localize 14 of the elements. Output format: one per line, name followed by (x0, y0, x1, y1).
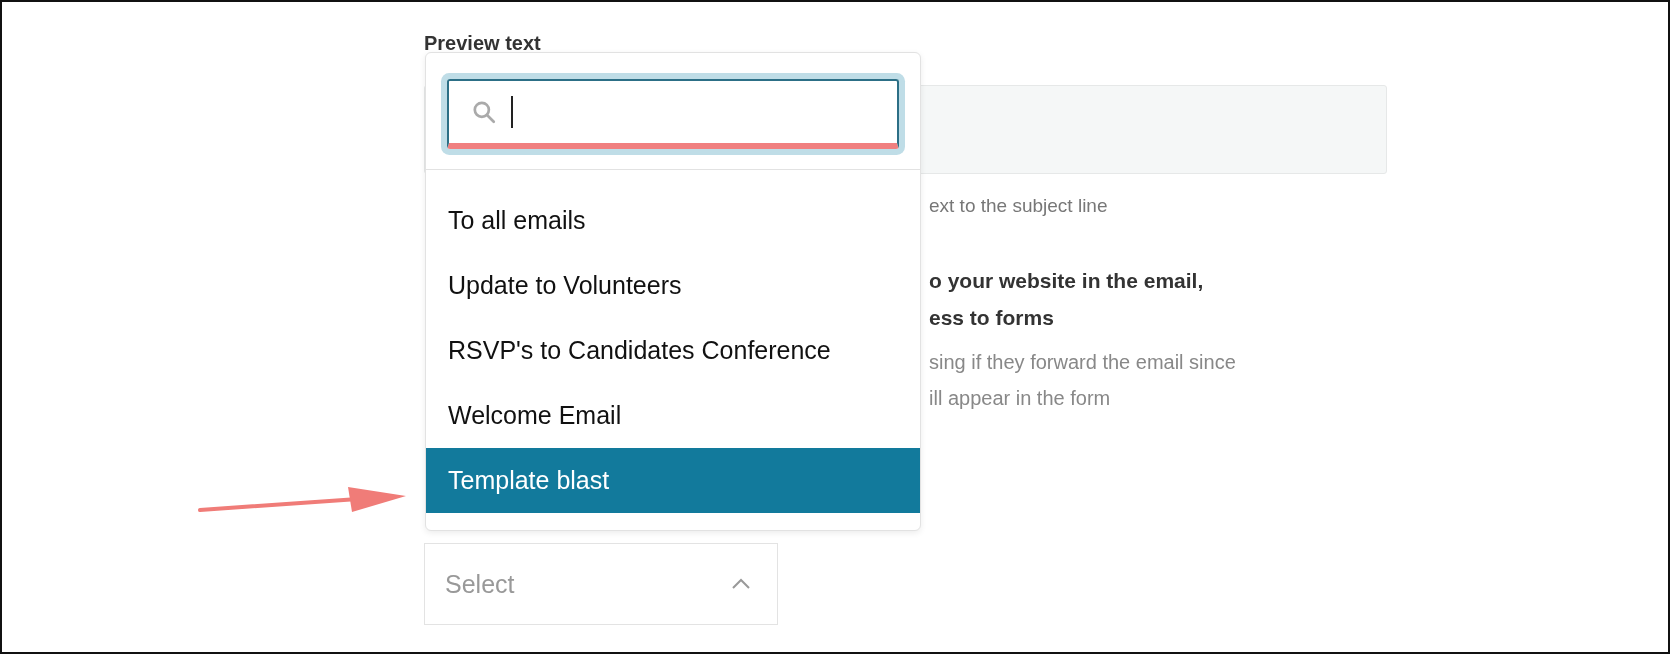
dropdown-option[interactable]: RSVP's to Candidates Conference (426, 318, 920, 383)
text-cursor (511, 96, 513, 128)
dropdown-option[interactable]: Update to Volunteers (426, 253, 920, 318)
dropdown-option[interactable]: Welcome Email (426, 383, 920, 448)
option-title: o your website in the email, (929, 268, 1205, 294)
dropdown-option[interactable]: To all emails (426, 188, 920, 253)
select-placeholder: Select (445, 569, 515, 599)
field-label: Preview text (424, 32, 542, 54)
option-description: ill appear in the form (929, 386, 1112, 411)
hint-text: ext to the subject line (929, 194, 1109, 218)
search-icon (471, 99, 497, 125)
dropdown-option[interactable]: Template blast (426, 448, 920, 513)
option-description: sing if they forward the email since (929, 350, 1237, 375)
option-title: ess to forms (929, 305, 1055, 331)
